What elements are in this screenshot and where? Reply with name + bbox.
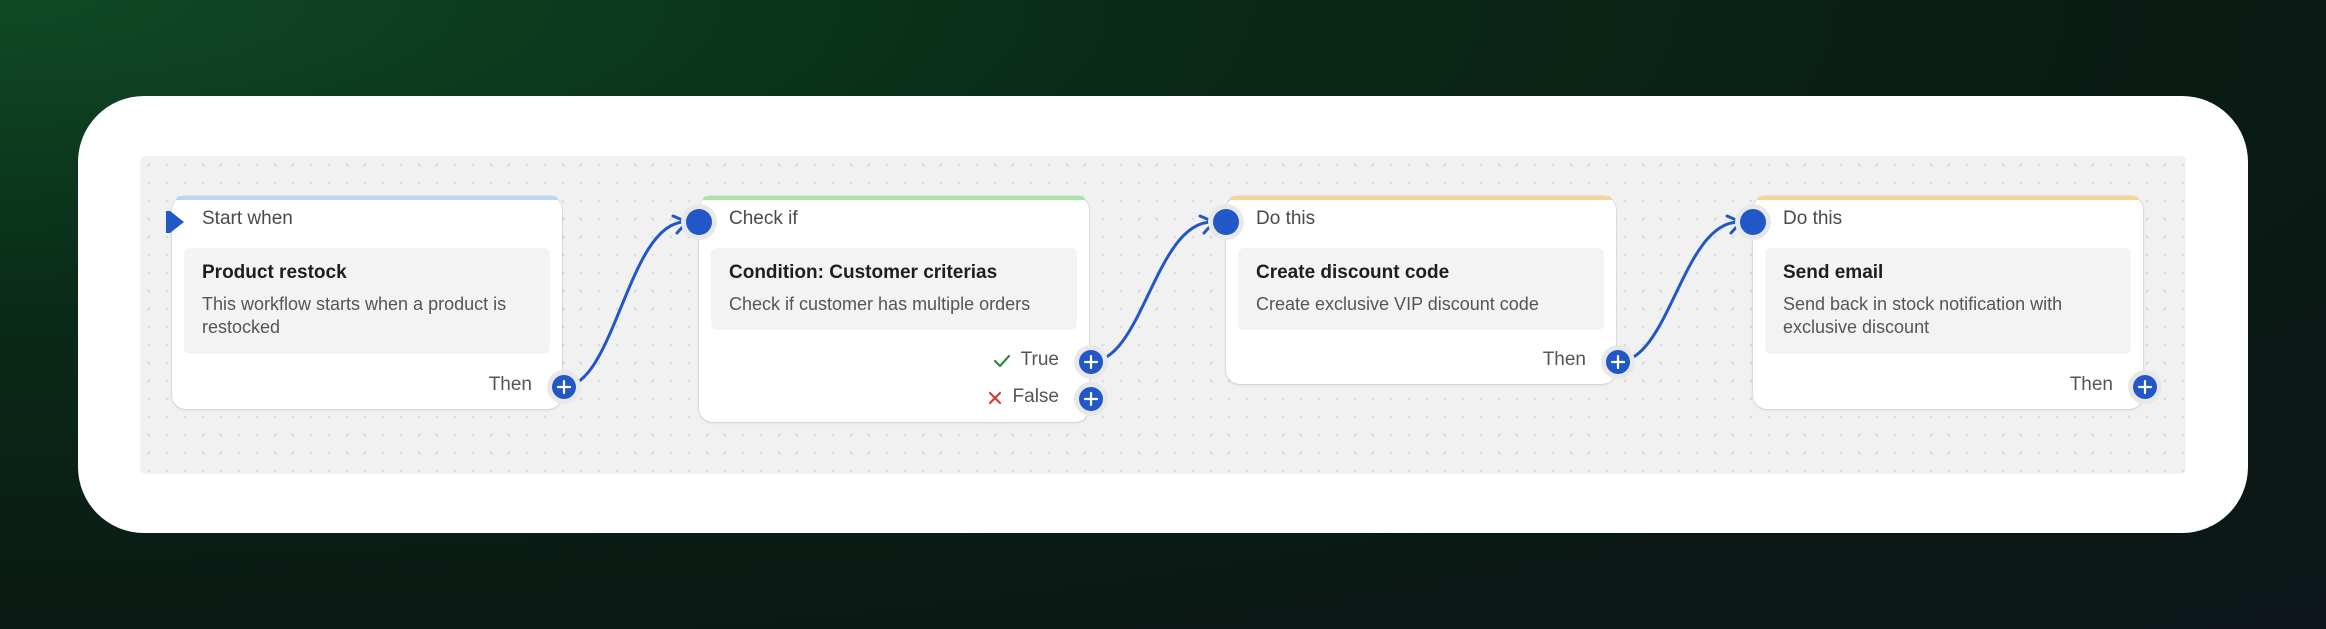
node-body: Create discount code Create exclusive VI… — [1238, 248, 1604, 330]
input-port[interactable] — [1740, 209, 1766, 235]
add-true-branch-button[interactable] — [1079, 350, 1103, 374]
add-step-button[interactable] — [1606, 350, 1630, 374]
wire-true-to-action — [1089, 220, 1213, 364]
trigger-node[interactable]: Start when Product restock This workflow… — [166, 196, 576, 409]
plus-icon — [557, 380, 571, 394]
input-port[interactable] — [686, 209, 712, 235]
node-body: Send email Send back in stock notificati… — [1765, 248, 2131, 354]
node-description: Create exclusive VIP discount code — [1256, 294, 1539, 314]
plus-icon — [1611, 355, 1625, 369]
checkmark-icon — [993, 354, 1011, 368]
node-body: Condition: Customer criterias Check if c… — [711, 248, 1077, 330]
action-node-discount[interactable]: Do this Create discount code Create excl… — [1213, 196, 1630, 384]
add-step-button[interactable] — [2133, 375, 2157, 399]
node-kind-label: Do this — [1783, 208, 1843, 229]
node-title: Condition: Customer criterias — [729, 262, 998, 283]
node-title: Send email — [1783, 262, 1884, 283]
play-flag-icon — [166, 211, 184, 233]
node-description: Check if customer has multiple orders — [729, 294, 1031, 314]
then-label: Then — [488, 374, 532, 395]
then-label: Then — [1542, 349, 1586, 370]
node-accent-bar — [176, 196, 558, 200]
true-label: True — [1020, 349, 1059, 370]
action-node-email[interactable]: Do this Send email Send back in stock no… — [1740, 196, 2157, 409]
plus-icon — [1084, 355, 1098, 369]
node-kind-label: Do this — [1256, 208, 1316, 229]
then-label: Then — [2069, 374, 2113, 395]
wire-action-to-email — [1616, 220, 1740, 364]
plus-icon — [1084, 392, 1098, 406]
add-false-branch-button[interactable] — [1079, 387, 1103, 411]
node-accent-bar — [1757, 196, 2139, 200]
wire-trigger-to-condition — [562, 220, 686, 389]
input-port[interactable] — [1213, 209, 1239, 235]
plus-icon — [2138, 380, 2152, 394]
node-description: This workflow starts when a product is r… — [202, 294, 507, 337]
node-title: Product restock — [202, 262, 347, 283]
false-label: False — [1012, 386, 1059, 407]
workflow-panel: Start when Product restock This workflow… — [78, 96, 2248, 533]
condition-node[interactable]: Check if Condition: Customer criterias C… — [686, 196, 1103, 422]
node-description: Send back in stock notification with exc… — [1783, 294, 2063, 337]
add-step-button[interactable] — [552, 375, 576, 399]
node-accent-bar — [703, 196, 1085, 200]
node-title: Create discount code — [1256, 262, 1450, 283]
node-body: Product restock This workflow starts whe… — [184, 248, 550, 354]
node-kind-label: Start when — [202, 208, 293, 229]
node-kind-label: Check if — [729, 208, 798, 229]
node-accent-bar — [1230, 196, 1612, 200]
workflow-canvas[interactable]: Start when Product restock This workflow… — [140, 156, 2186, 474]
x-mark-icon — [988, 391, 1002, 405]
